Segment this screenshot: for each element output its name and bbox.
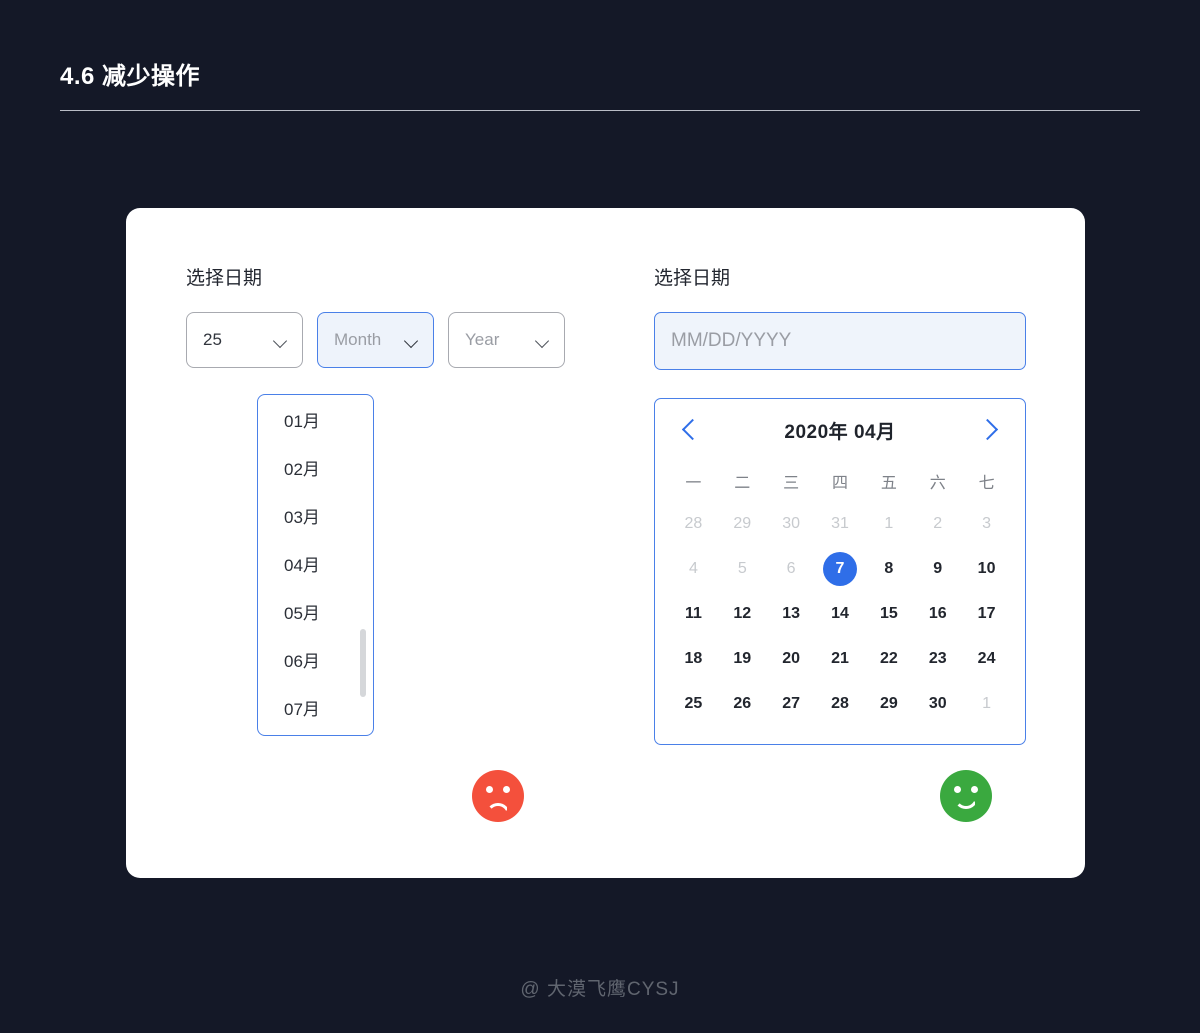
calendar-day[interactable]: 23 [913,636,962,681]
sad-face-icon [472,770,524,822]
select-month[interactable]: Month [317,312,434,368]
sad-face-mouth [486,803,510,815]
calendar-day[interactable]: 29 [864,681,913,726]
calendar-day[interactable]: 4 [669,546,718,591]
happy-face-mouth [954,797,978,809]
calendar-header: 2020年 04月 [669,399,1011,461]
calendar-day[interactable]: 20 [767,636,816,681]
calendar-day[interactable]: 3 [962,501,1011,546]
dropdown-option[interactable]: 03月 [258,491,373,539]
calendar-day[interactable]: 25 [669,681,718,726]
select-year[interactable]: Year [448,312,565,368]
calendar-day[interactable]: 26 [718,681,767,726]
calendar-day[interactable]: 30 [913,681,962,726]
select-month-value: Month [334,330,382,349]
chevron-left-icon[interactable] [679,417,705,443]
calendar-weekday: 六 [929,475,946,492]
calendar-weekday-row: 一二三四五六七 [669,461,1011,501]
dropdown-option[interactable]: 02月 [258,443,373,491]
calendar-day[interactable]: 2 [913,501,962,546]
panel-three-select-date: 选择日期 25 Month Year [186,263,586,368]
calendar-day[interactable]: 6 [767,546,816,591]
calendar-day[interactable]: 19 [718,636,767,681]
page-title: 4.6 减少操作 [60,63,201,90]
calendar-day[interactable]: 1 [864,501,913,546]
calendar-day[interactable]: 5 [718,546,767,591]
calendar-day[interactable]: 27 [767,681,816,726]
dropdown-scrollbar-thumb[interactable] [360,629,366,697]
calendar-day[interactable]: 15 [864,591,913,636]
chevron-down-icon [536,336,550,345]
calendar-day[interactable]: 22 [864,636,913,681]
panel-calendar-date: 选择日期 MM/DD/YYYY 2020年 04月 一二三四五六七 28 29 30… [654,263,1034,745]
select-year-value: Year [465,330,500,349]
calendar-day-grid: 28 29 30 31 1 2 3 4 5 6 7 8 9 10 11 12 13 14 15 16 17 18 19 20 2… [669,501,1011,726]
calendar-day[interactable]: 31 [816,501,865,546]
calendar-day[interactable]: 16 [913,591,962,636]
dropdown-option[interactable]: 04月 [258,539,373,587]
calendar-weekday: 二 [734,475,751,492]
select-row: 25 Month Year [186,312,586,368]
happy-face-left-eye [954,786,961,793]
date-input-placeholder: MM/DD/YYYY [671,330,792,351]
calendar-popup: 2020年 04月 一二三四五六七 28 29 30 31 1 2 3 4 5 6 7 8 9 10 11 1… [654,398,1026,745]
calendar-day[interactable]: 11 [669,591,718,636]
calendar-day[interactable]: 9 [913,546,962,591]
dropdown-option[interactable]: 07月 [258,683,373,731]
left-field-label: 选择日期 [186,268,263,289]
content-card: 选择日期 25 Month Year 01月 02月 03月 04月 05月 06月 07月 选… [126,208,1085,878]
calendar-day[interactable]: 10 [962,546,1011,591]
month-dropdown-list[interactable]: 01月 02月 03月 04月 05月 06月 07月 [257,394,374,736]
calendar-weekday: 四 [831,475,848,492]
calendar-day[interactable]: 13 [767,591,816,636]
right-field-label: 选择日期 [654,268,731,289]
calendar-day[interactable]: 24 [962,636,1011,681]
calendar-day[interactable]: 29 [718,501,767,546]
happy-face-right-eye [971,786,978,793]
calendar-weekday: 七 [978,475,995,492]
select-day[interactable]: 25 [186,312,303,368]
calendar-title: 2020年 04月 [784,421,896,443]
select-day-value: 25 [203,330,222,349]
calendar-day-selected[interactable]: 7 [816,546,865,591]
dropdown-option[interactable]: 05月 [258,587,373,635]
calendar-day[interactable]: 28 [669,501,718,546]
chevron-right-icon[interactable] [975,417,1001,443]
calendar-day-selected-label: 7 [822,551,857,586]
date-input[interactable]: MM/DD/YYYY [654,312,1026,370]
sad-face-right-eye [503,786,510,793]
calendar-day[interactable]: 28 [816,681,865,726]
footer-watermark: @ 大漠飞鹰CYSJ [520,979,680,1000]
calendar-day[interactable]: 1 [962,681,1011,726]
calendar-day[interactable]: 12 [718,591,767,636]
happy-face-icon [940,770,992,822]
dropdown-option[interactable]: 06月 [258,635,373,683]
calendar-day[interactable]: 30 [767,501,816,546]
calendar-weekday: 三 [783,475,800,492]
title-divider [60,110,1140,111]
chevron-down-icon [405,336,419,345]
calendar-day[interactable]: 21 [816,636,865,681]
calendar-day[interactable]: 14 [816,591,865,636]
chevron-down-icon [274,336,288,345]
sad-face-left-eye [486,786,493,793]
calendar-day[interactable]: 8 [864,546,913,591]
calendar-weekday: 五 [880,475,897,492]
dropdown-option[interactable]: 01月 [258,395,373,443]
calendar-weekday: 一 [685,475,702,492]
calendar-day[interactable]: 17 [962,591,1011,636]
calendar-day[interactable]: 18 [669,636,718,681]
